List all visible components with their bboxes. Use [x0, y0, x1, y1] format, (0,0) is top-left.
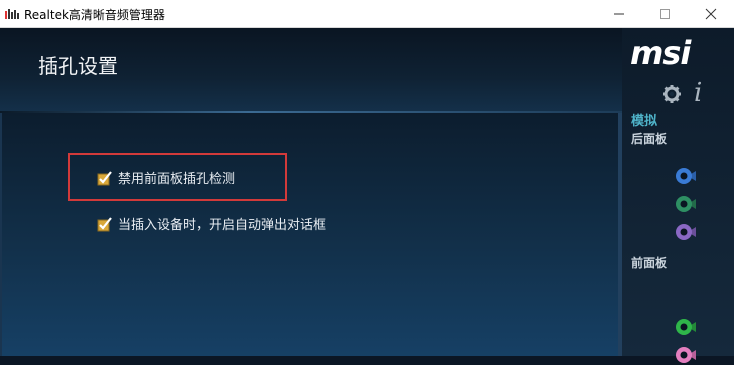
blue-jack-icon[interactable] [674, 166, 696, 186]
maximize-icon [660, 9, 670, 19]
green-jack-icon[interactable] [674, 317, 696, 337]
window-title: Realtek高清晰音频管理器 [24, 8, 165, 22]
tab-analog[interactable]: 模拟 [631, 110, 657, 129]
front-panel-label: 前面板 [631, 256, 668, 270]
title-bar: Realtek高清晰音频管理器 [0, 0, 734, 28]
maximize-button[interactable] [642, 0, 688, 28]
green-jack-icon[interactable] [674, 194, 696, 214]
checkbox-checked-icon[interactable] [97, 216, 113, 232]
option-label: 当插入设备时，开启自动弹出对话框 [118, 218, 327, 233]
sidebar [622, 28, 734, 356]
msi-logo: msi [630, 34, 691, 72]
sidebar-divider [618, 113, 622, 356]
purple-jack-icon[interactable] [674, 222, 696, 242]
pink-jack-icon[interactable] [674, 345, 696, 365]
auto-popup-dialog-option[interactable]: 当插入设备时，开启自动弹出对话框 [97, 214, 326, 233]
page-title: 插孔设置 [38, 54, 118, 78]
close-button[interactable] [688, 0, 734, 28]
minimize-icon [614, 13, 624, 15]
option-label: 禁用前面板插孔检测 [118, 172, 236, 187]
speaker-icon [5, 9, 19, 19]
info-icon[interactable]: i [694, 78, 702, 108]
back-panel-label: 后面板 [631, 132, 668, 146]
gear-icon[interactable] [662, 84, 682, 104]
page-header: 插孔设置 [0, 28, 622, 112]
checkbox-checked-icon[interactable] [97, 170, 113, 186]
close-icon [705, 8, 717, 20]
minimize-button[interactable] [596, 0, 642, 28]
jack-settings-panel [0, 113, 618, 356]
disable-front-panel-detection-option[interactable]: 禁用前面板插孔检测 [97, 168, 235, 187]
